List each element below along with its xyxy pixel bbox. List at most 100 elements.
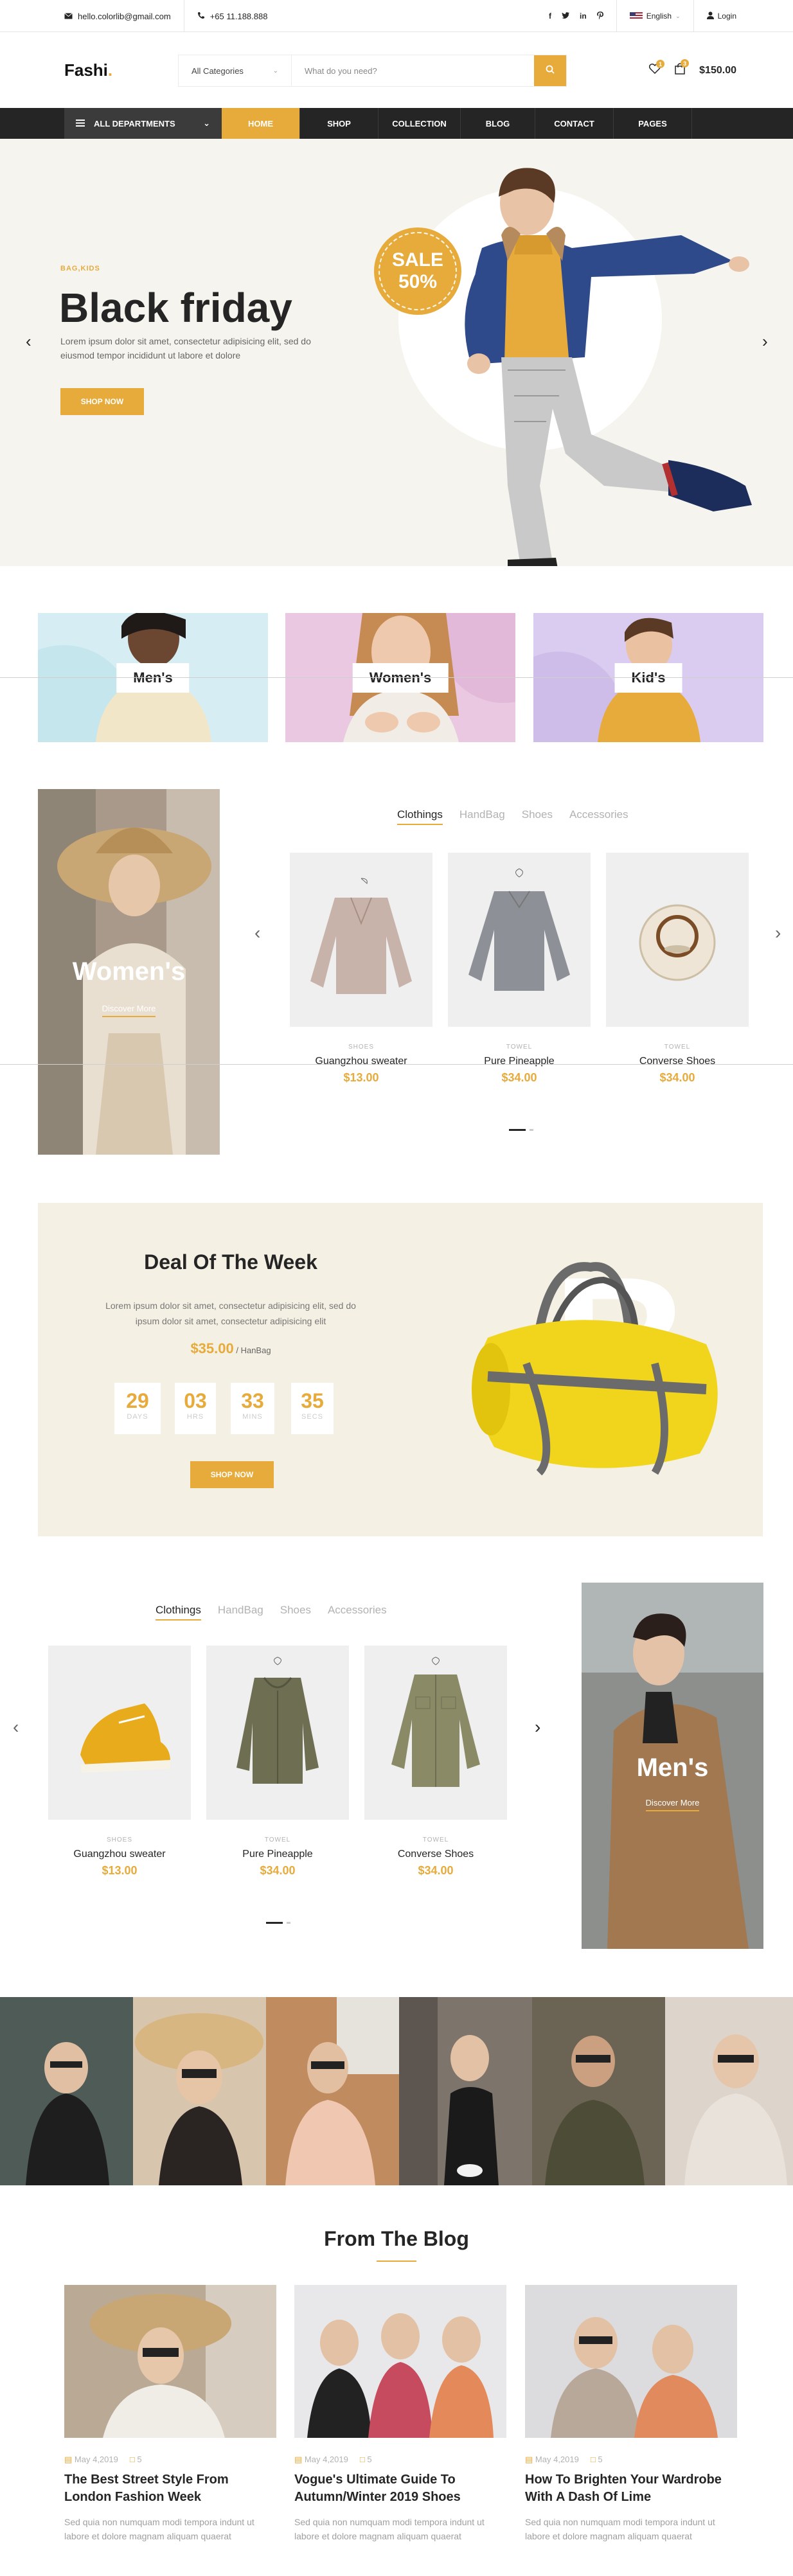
instagram-photo[interactable] (665, 1997, 793, 2185)
category-select[interactable]: All Categories ⌄ (179, 55, 292, 86)
carousel-dot-active[interactable] (266, 1922, 283, 1924)
hamburger-icon (76, 119, 85, 129)
countdown-unit: DAYS (127, 1413, 148, 1421)
language-selector[interactable]: English ⌄ (616, 0, 694, 32)
product-name[interactable]: Pure Pineapple (206, 1849, 349, 1860)
tab-handbag[interactable]: HandBag (218, 1604, 263, 1621)
hero-kid-image (465, 168, 752, 566)
phone-contact[interactable]: +65 11.188.888 (183, 0, 281, 32)
carousel-dot[interactable] (530, 1129, 533, 1131)
yellow-duffel-bag-image (472, 1262, 718, 1476)
blog-post-comments-wrap: □ 5 (360, 2455, 372, 2465)
nav-item-pages[interactable]: PAGES (614, 108, 692, 139)
linkedin-icon[interactable]: in (580, 12, 587, 21)
men-promo-title: Men's (636, 1754, 709, 1782)
tab-clothings[interactable]: Clothings (397, 808, 443, 825)
women-discover-more-label: Discover More (102, 1004, 156, 1017)
product-name[interactable]: Guangzhou sweater (290, 1056, 432, 1067)
hero-prev-arrow-icon[interactable]: ‹ (26, 332, 31, 351)
product-card[interactable]: TOWEL Pure Pineapple $34.00 (448, 853, 591, 1085)
site-logo[interactable]: Fashi. (64, 60, 112, 80)
product-price: $34.00 (260, 1864, 296, 1877)
nav-item-home[interactable]: HOME (222, 108, 300, 139)
blog-post-image (64, 2285, 276, 2438)
all-departments-button[interactable]: ALL DEPARTMENTS ⌄ (64, 108, 222, 139)
instagram-photo[interactable] (133, 1997, 266, 2185)
product-image (48, 1646, 191, 1820)
tab-clothings[interactable]: Clothings (156, 1604, 201, 1621)
product-name[interactable]: Pure Pineapple (448, 1056, 591, 1067)
instagram-photo[interactable] (266, 1997, 399, 2185)
search-icon (546, 65, 555, 77)
blog-section-title: From The Blog (324, 2227, 469, 2250)
instagram-photo[interactable] (0, 1997, 133, 2185)
product-category: TOWEL (506, 1044, 533, 1051)
carousel-dot[interactable] (287, 1922, 290, 1924)
hero-title: Black friday (59, 285, 292, 331)
blog-post-date: May 4,2019 (304, 2455, 348, 2464)
blog-post-title[interactable]: How To Brighten Your Wardrobe With A Das… (525, 2471, 737, 2506)
email-contact[interactable]: hello.colorlib@gmail.com (64, 0, 184, 32)
hero-next-arrow-icon[interactable]: › (762, 332, 768, 351)
blog-post-date: May 4,2019 (74, 2455, 118, 2464)
search-input[interactable]: What do you need? (292, 55, 534, 86)
tab-accessories[interactable]: Accessories (569, 808, 628, 825)
nav-item-shop[interactable]: SHOP (300, 108, 379, 139)
tab-shoes[interactable]: Shoes (280, 1604, 311, 1621)
login-link[interactable]: Login (694, 11, 736, 21)
product-name[interactable]: Guangzhou sweater (48, 1849, 191, 1860)
tab-handbag[interactable]: HandBag (459, 808, 505, 825)
calendar-icon: ▤ (525, 2455, 533, 2464)
twitter-icon[interactable] (562, 12, 570, 21)
men-carousel-prev-icon[interactable]: ‹ (13, 1717, 19, 1737)
women-carousel-next-icon[interactable]: › (775, 923, 781, 943)
deal-shop-now-button[interactable]: SHOP NOW (190, 1461, 274, 1488)
men-discover-more-link[interactable]: Discover More (582, 1798, 763, 1811)
product-price: $34.00 (501, 1071, 537, 1084)
deal-price-line: $35.00 / HanBag (38, 1340, 423, 1357)
blog-post-title[interactable]: The Best Street Style From London Fashio… (64, 2471, 276, 2506)
nav-item-collection[interactable]: COLLECTION (379, 108, 461, 139)
cart-button[interactable]: 3 (675, 59, 690, 78)
carousel-dot-active[interactable] (509, 1129, 526, 1131)
instagram-photo[interactable] (532, 1997, 665, 2185)
blog-post-date-wrap: ▤ May 4,2019 (64, 2455, 118, 2465)
comment-icon: □ (359, 2455, 365, 2464)
product-card[interactable]: SHOES Guangzhou sweater $13.00 (48, 1646, 191, 1878)
men-carousel-dots (266, 1922, 290, 1924)
search-button[interactable] (534, 55, 566, 86)
blog-post-title[interactable]: Vogue's Ultimate Guide To Autumn/Winter … (294, 2471, 506, 2506)
facebook-icon[interactable]: f (549, 12, 551, 21)
men-carousel-next-icon[interactable]: › (535, 1717, 540, 1737)
product-card[interactable]: TOWEL Converse Shoes $34.00 (364, 1646, 507, 1878)
men-promo-banner[interactable]: Men's Discover More (582, 1583, 763, 1949)
blog-post-image (525, 2285, 737, 2438)
women-carousel-prev-icon[interactable]: ‹ (254, 923, 260, 943)
product-category: TOWEL (664, 1044, 691, 1051)
product-name[interactable]: Converse Shoes (364, 1849, 507, 1860)
nav-item-contact[interactable]: CONTACT (535, 108, 614, 139)
instagram-photo[interactable] (399, 1997, 532, 2185)
product-name[interactable]: Converse Shoes (606, 1056, 749, 1067)
tab-accessories[interactable]: Accessories (328, 1604, 387, 1621)
blog-post-excerpt: Sed quia non numquam modi tempora indunt… (525, 2517, 715, 2541)
search-bar: All Categories ⌄ What do you need? (178, 55, 567, 87)
product-card[interactable]: TOWEL Pure Pineapple $34.00 (206, 1646, 349, 1878)
women-discover-more-link[interactable]: Discover More (38, 1004, 220, 1017)
cart-total[interactable]: $150.00 (699, 65, 736, 76)
women-promo-banner[interactable]: Women's Discover More (38, 789, 220, 1155)
blog-post-card[interactable]: ▤ May 4,2019 □ 5 The Best Street Style F… (64, 2285, 276, 2543)
pinterest-icon[interactable] (596, 11, 603, 21)
product-card[interactable]: TOWEL Converse Shoes $34.00 (606, 853, 749, 1085)
blog-post-card[interactable]: ▤ May 4,2019 □ 5 How To Brighten Your Wa… (525, 2285, 737, 2543)
wishlist-button[interactable]: 1 (649, 60, 665, 77)
search-placeholder: What do you need? (305, 66, 377, 76)
nav-item-blog[interactable]: BLOG (461, 108, 535, 139)
hero-shop-now-button[interactable]: SHOP NOW (60, 388, 144, 415)
blog-post-comments: 5 (598, 2455, 603, 2464)
hero-text: Lorem ipsum dolor sit amet, consectetur … (60, 336, 311, 360)
tab-shoes[interactable]: Shoes (522, 808, 553, 825)
product-card[interactable]: SHOES Guangzhou sweater $13.00 (290, 853, 432, 1085)
blog-post-card[interactable]: ▤ May 4,2019 □ 5 Vogue's Ultimate Guide … (294, 2285, 506, 2543)
main-nav: ALL DEPARTMENTS ⌄ HOME SHOP COLLECTION B… (0, 108, 793, 139)
